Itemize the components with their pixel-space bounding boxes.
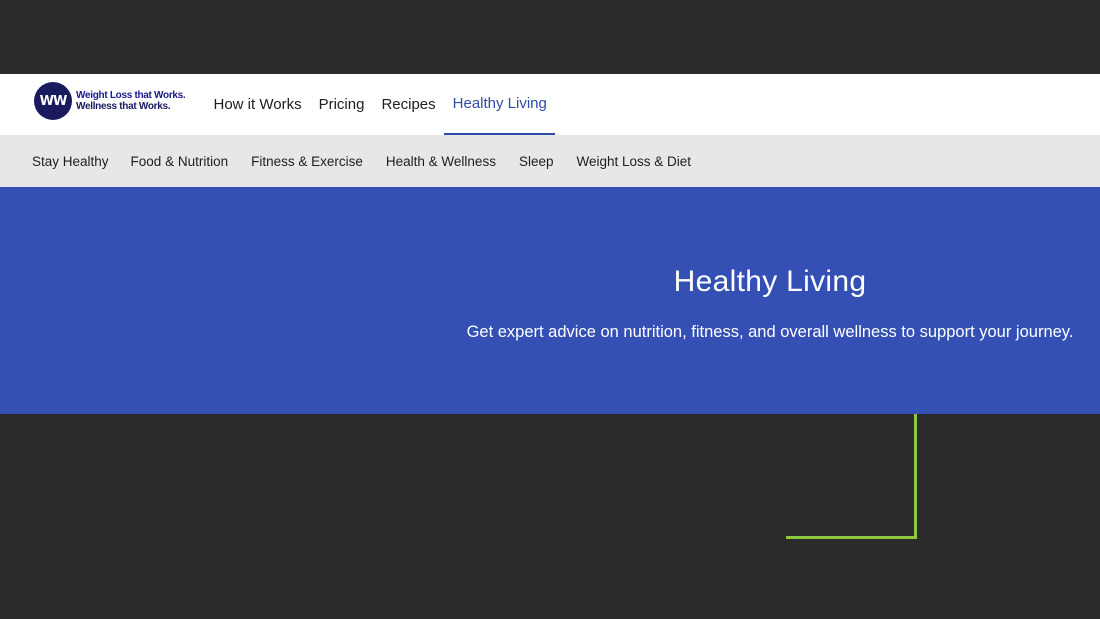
decorative-accent-line-vertical [914,414,917,539]
main-nav-healthy-living[interactable]: Healthy Living [444,74,556,135]
main-nav-pricing[interactable]: Pricing [310,74,373,135]
sub-nav-fitness-exercise[interactable]: Fitness & Exercise [251,154,363,169]
sub-nav-stay-healthy[interactable]: Stay Healthy [32,154,109,169]
hero-title: Healthy Living [673,265,867,298]
main-nav-how-it-works[interactable]: How it Works [205,74,310,135]
ww-logo[interactable]: WW Weight Loss that Works. Wellness that… [34,82,186,120]
sub-nav-food-nutrition[interactable]: Food & Nutrition [131,154,229,169]
ww-logo-icon: WW [34,82,72,120]
top-navigation-bar: WW Weight Loss that Works. Wellness that… [0,74,1100,135]
sub-nav-health-wellness[interactable]: Health & Wellness [386,154,496,169]
logo-tagline-line-2: Wellness that Works. [76,101,171,112]
decorative-accent-line-horizontal [786,536,917,539]
main-nav: How it Works Pricing Recipes Healthy Liv… [205,74,556,135]
main-nav-recipes[interactable]: Recipes [373,74,444,135]
sub-nav: Stay Healthy Food & Nutrition Fitness & … [0,135,1100,187]
logo-tagline: Weight Loss that Works. Wellness that Wo… [76,90,186,112]
logo-tagline-line-1: Weight Loss that Works. [76,90,186,101]
logo-mark-text: WW [39,93,68,109]
hero-subtitle: Get expert advice on nutrition, fitness,… [466,323,1074,341]
sub-nav-sleep[interactable]: Sleep [519,154,554,169]
hero-banner: Healthy Living Get expert advice on nutr… [0,187,1100,414]
sub-nav-weight-loss-diet[interactable]: Weight Loss & Diet [576,154,691,169]
